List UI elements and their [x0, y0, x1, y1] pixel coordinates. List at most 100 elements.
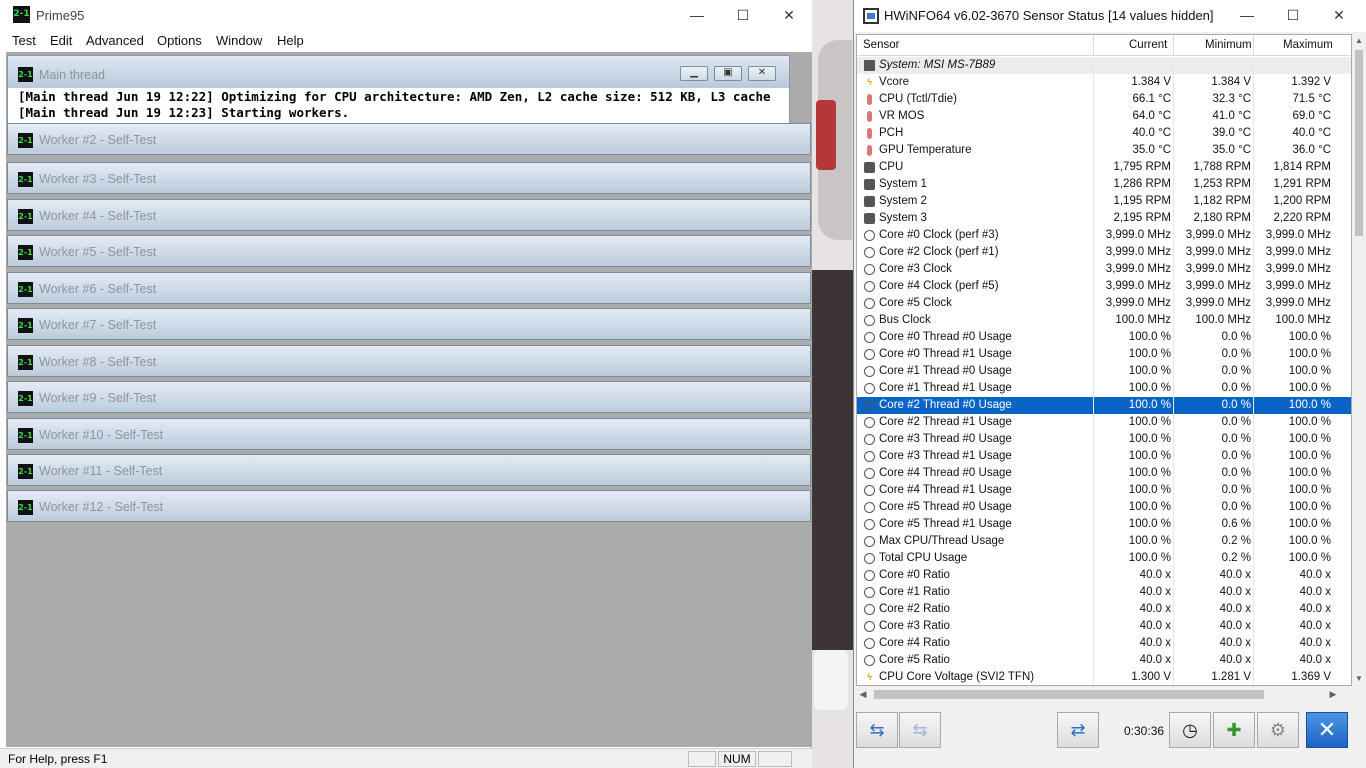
- column-header-maximum[interactable]: Maximum: [1283, 39, 1333, 51]
- menu-options[interactable]: Options: [157, 33, 202, 48]
- main-thread-window[interactable]: 2-1 Main thread ▁ ▣ ✕ [Main thread Jun 1…: [7, 55, 790, 125]
- horizontal-scrollbar[interactable]: ◀ ▶: [856, 686, 1352, 703]
- sensor-row[interactable]: Core #3 Thread #1 Usage 100.0 % 0.0 % 100.0…: [857, 448, 1351, 465]
- menu-test[interactable]: Test: [12, 33, 36, 48]
- worker-window[interactable]: 2-1 Worker #9 - Self-Test: [7, 381, 811, 413]
- worker-window[interactable]: 2-1 Worker #10 - Self-Test: [7, 418, 811, 450]
- sensor-row[interactable]: Core #2 Clock (perf #1) 3,999.0 MHz 3,999.…: [857, 244, 1351, 261]
- sensor-row[interactable]: Core #3 Clock 3,999.0 MHz 3,999.0 MHz 3,999…: [857, 261, 1351, 278]
- sensor-row[interactable]: Core #2 Thread #0 Usage 100.0 % 0.0 % 100.0…: [857, 397, 1351, 414]
- clock-sensor-icon: [864, 604, 875, 615]
- prime95-maximize-button[interactable]: ☐: [720, 0, 766, 30]
- menu-advanced[interactable]: Advanced: [86, 33, 144, 48]
- clock-icon[interactable]: ◷: [1169, 712, 1211, 748]
- sensor-row[interactable]: GPU Temperature 35.0 °C 35.0 °C 36.0 °C: [857, 142, 1351, 159]
- sensor-name: Core #1 Ratio: [879, 586, 950, 598]
- sensor-row[interactable]: Core #2 Thread #1 Usage 100.0 % 0.0 % 100.0…: [857, 414, 1351, 431]
- hwinfo-maximize-button[interactable]: ☐: [1270, 0, 1316, 30]
- main-thread-close-button[interactable]: ✕: [748, 66, 776, 81]
- scroll-left-arrow-icon[interactable]: ◀: [856, 686, 870, 703]
- sensor-row[interactable]: Core #1 Thread #1 Usage 100.0 % 0.0 % 100.0…: [857, 380, 1351, 397]
- sensor-row[interactable]: Core #4 Clock (perf #5) 3,999.0 MHz 3,999.…: [857, 278, 1351, 295]
- main-thread-titlebar[interactable]: 2-1 Main thread ▁ ▣ ✕: [8, 56, 789, 88]
- column-header-sensor[interactable]: Sensor: [863, 39, 899, 51]
- close-sensors-icon[interactable]: ✕: [1306, 712, 1348, 748]
- sensor-row[interactable]: ϟ Vcore 1.384 V 1.384 V 1.392 V: [857, 74, 1351, 91]
- sensor-row[interactable]: Core #3 Thread #0 Usage 100.0 % 0.0 % 100.0…: [857, 431, 1351, 448]
- sensor-row[interactable]: Core #3 Ratio 40.0 x 40.0 x 40.0 x: [857, 618, 1351, 635]
- sensor-row[interactable]: Core #0 Ratio 40.0 x 40.0 x 40.0 x: [857, 567, 1351, 584]
- sensor-row[interactable]: Core #4 Ratio 40.0 x 40.0 x 40.0 x: [857, 635, 1351, 652]
- sensor-row[interactable]: CPU (Tctl/Tdie) 66.1 °C 32.3 °C 71.5 °C: [857, 91, 1351, 108]
- hwinfo-titlebar[interactable]: HWiNFO64 v6.02-3670 Sensor Status [14 va…: [854, 0, 1366, 32]
- sensor-row[interactable]: Core #0 Thread #0 Usage 100.0 % 0.0 % 100.0…: [857, 329, 1351, 346]
- menu-help[interactable]: Help: [277, 33, 304, 48]
- volt-sensor-icon: ϟ: [867, 672, 872, 682]
- menu-window[interactable]: Window: [216, 33, 262, 48]
- column-header-minimum[interactable]: Minimum: [1205, 39, 1252, 51]
- nav-arrows-icon[interactable]: ⇆: [856, 712, 898, 748]
- vertical-scroll-thumb[interactable]: [1355, 50, 1363, 236]
- worker-window[interactable]: 2-1 Worker #12 - Self-Test: [7, 490, 811, 522]
- sensor-row[interactable]: Total CPU Usage 100.0 % 0.2 % 100.0 %: [857, 550, 1351, 567]
- sensor-current: 100.0 %: [1128, 484, 1171, 496]
- sensor-row[interactable]: VR MOS 64.0 °C 41.0 °C 69.0 °C: [857, 108, 1351, 125]
- horizontal-scroll-thumb[interactable]: [874, 690, 1264, 699]
- scroll-up-arrow-icon[interactable]: ▲: [1352, 34, 1366, 48]
- sensor-minimum: 0.2 %: [1221, 552, 1251, 564]
- nav-arrows-disabled-icon[interactable]: ⇆: [899, 712, 941, 748]
- network-icon[interactable]: ⇄: [1057, 712, 1099, 748]
- sensor-row[interactable]: Core #0 Clock (perf #3) 3,999.0 MHz 3,999.…: [857, 227, 1351, 244]
- column-header-current[interactable]: Current: [1129, 39, 1167, 51]
- scroll-right-arrow-icon[interactable]: ▶: [1326, 686, 1340, 703]
- worker-window[interactable]: 2-1 Worker #6 - Self-Test: [7, 272, 811, 304]
- sensor-row[interactable]: Core #4 Thread #0 Usage 100.0 % 0.0 % 100.0…: [857, 465, 1351, 482]
- sensor-current: 100.0 %: [1128, 535, 1171, 547]
- sensor-maximum: 3,999.0 MHz: [1265, 263, 1331, 275]
- main-thread-restore-button[interactable]: ▣: [714, 66, 742, 81]
- sensor-maximum: 100.0 %: [1288, 484, 1331, 496]
- sensor-row[interactable]: System: MSI MS-7B89: [857, 57, 1351, 74]
- report-icon[interactable]: ✚: [1213, 712, 1255, 748]
- sensor-row[interactable]: Core #2 Ratio 40.0 x 40.0 x 40.0 x: [857, 601, 1351, 618]
- vertical-scrollbar[interactable]: ▲ ▼: [1352, 34, 1366, 686]
- sensor-row[interactable]: PCH 40.0 °C 39.0 °C 40.0 °C: [857, 125, 1351, 142]
- sensor-row[interactable]: Core #0 Thread #1 Usage 100.0 % 0.0 % 100.0…: [857, 346, 1351, 363]
- sensor-row[interactable]: System 1 1,286 RPM 1,253 RPM 1,291 RPM: [857, 176, 1351, 193]
- sensor-row[interactable]: Core #4 Thread #1 Usage 100.0 % 0.0 % 100.0…: [857, 482, 1351, 499]
- sensor-row[interactable]: CPU 1,795 RPM 1,788 RPM 1,814 RPM: [857, 159, 1351, 176]
- hwinfo-minimize-button[interactable]: —: [1224, 0, 1270, 30]
- sensor-row[interactable]: Bus Clock 100.0 MHz 100.0 MHz 100.0 MHz: [857, 312, 1351, 329]
- worker-window[interactable]: 2-1 Worker #2 - Self-Test: [7, 123, 811, 155]
- sensor-row[interactable]: Max CPU/Thread Usage 100.0 % 0.2 % 100.0 %: [857, 533, 1351, 550]
- sensor-row[interactable]: Core #1 Thread #0 Usage 100.0 % 0.0 % 100.0…: [857, 363, 1351, 380]
- main-thread-minimize-button[interactable]: ▁: [680, 66, 708, 81]
- clock-sensor-icon: [864, 536, 875, 547]
- sensor-row[interactable]: Core #5 Clock 3,999.0 MHz 3,999.0 MHz 3,999…: [857, 295, 1351, 312]
- sensor-row[interactable]: Core #1 Ratio 40.0 x 40.0 x 40.0 x: [857, 584, 1351, 601]
- sensor-row[interactable]: Core #5 Thread #0 Usage 100.0 % 0.0 % 100.0…: [857, 499, 1351, 516]
- prime95-titlebar[interactable]: 2-1 Prime95 — ☐ ✕: [0, 0, 812, 30]
- hwinfo-close-button[interactable]: ✕: [1316, 0, 1362, 30]
- sensor-table[interactable]: Sensor Current Minimum Maximum System: M…: [856, 34, 1352, 686]
- prime95-minimize-button[interactable]: —: [674, 0, 720, 30]
- sensor-minimum: 1,253 RPM: [1193, 178, 1251, 190]
- worker-icon: 2-1: [18, 172, 33, 187]
- sensor-row[interactable]: System 3 2,195 RPM 2,180 RPM 2,220 RPM: [857, 210, 1351, 227]
- sensor-current: 100.0 %: [1128, 348, 1171, 360]
- settings-gear-icon[interactable]: ⚙: [1257, 712, 1299, 748]
- sensor-row[interactable]: Core #5 Thread #1 Usage 100.0 % 0.6 % 100.0…: [857, 516, 1351, 533]
- worker-window[interactable]: 2-1 Worker #7 - Self-Test: [7, 308, 811, 340]
- worker-window[interactable]: 2-1 Worker #3 - Self-Test: [7, 162, 811, 194]
- prime95-close-button[interactable]: ✕: [766, 0, 812, 30]
- worker-window[interactable]: 2-1 Worker #8 - Self-Test: [7, 345, 811, 377]
- worker-window[interactable]: 2-1 Worker #5 - Self-Test: [7, 235, 811, 267]
- worker-window[interactable]: 2-1 Worker #4 - Self-Test: [7, 199, 811, 231]
- sensor-row[interactable]: ϟ CPU Core Voltage (SVI2 TFN) 1.300 V 1.281…: [857, 669, 1351, 685]
- sensor-row[interactable]: System 2 1,195 RPM 1,182 RPM 1,200 RPM: [857, 193, 1351, 210]
- sensor-row[interactable]: Core #5 Ratio 40.0 x 40.0 x 40.0 x: [857, 652, 1351, 669]
- scroll-down-arrow-icon[interactable]: ▼: [1352, 672, 1366, 686]
- worker-window[interactable]: 2-1 Worker #11 - Self-Test: [7, 454, 811, 486]
- temp-sensor-icon: [867, 128, 872, 139]
- menu-edit[interactable]: Edit: [50, 33, 72, 48]
